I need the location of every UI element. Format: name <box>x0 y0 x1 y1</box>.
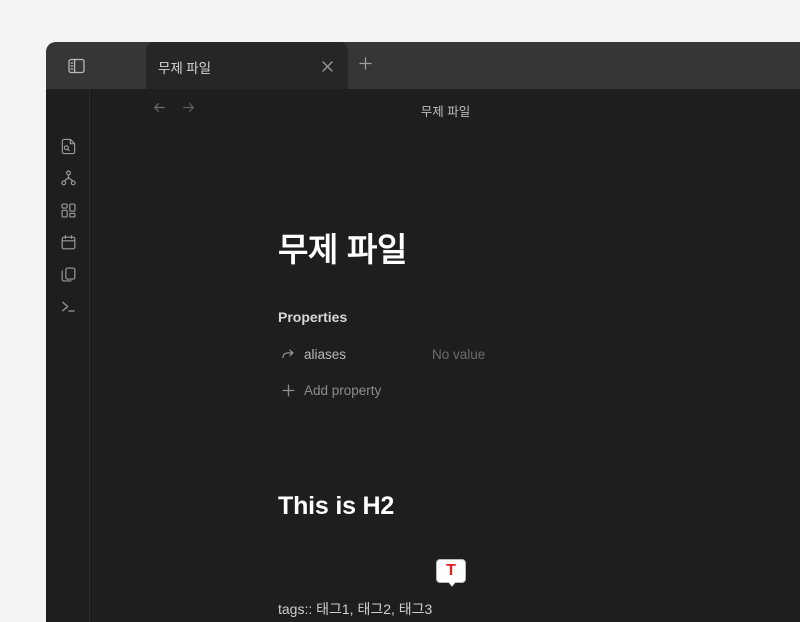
ribbon-item-templates[interactable] <box>52 261 84 293</box>
graph-icon <box>60 170 77 192</box>
heading-h2[interactable]: This is H2 <box>278 492 394 521</box>
terminal-icon <box>60 298 77 320</box>
inline-field-tags[interactable]: tags:: 태그1, 태그2, 태그3 <box>278 599 432 619</box>
view-header: 무제 파일 <box>90 89 800 129</box>
ribbon-item-graph-view[interactable] <box>52 165 84 197</box>
calendar-icon <box>60 234 77 256</box>
tab-bar: 무제 파일 <box>46 42 800 89</box>
plus-icon <box>358 57 372 75</box>
view-header-title[interactable]: 무제 파일 <box>90 101 800 120</box>
canvas-grid-icon <box>60 202 77 224</box>
ribbon-item-quick-switcher[interactable] <box>52 133 84 165</box>
add-property-button[interactable]: Add property <box>278 378 381 402</box>
badge-box: T <box>436 559 466 583</box>
property-key[interactable]: aliases <box>304 347 432 362</box>
badge-tail <box>448 581 456 586</box>
tab-close-button[interactable] <box>316 55 338 77</box>
sidebar-toggle-icon <box>67 58 85 74</box>
text-tool-cursor-badge: T <box>436 559 466 586</box>
left-ribbon <box>46 89 90 622</box>
copy-files-icon <box>60 266 77 288</box>
obsidian-window: 무제 파일 무제 파일 무제 파일 Properties aliases No … <box>46 42 800 622</box>
plus-icon <box>278 380 298 400</box>
new-tab-button[interactable] <box>354 55 376 77</box>
property-value[interactable]: No value <box>432 347 485 362</box>
editor-pane: 무제 파일 무제 파일 Properties aliases No value <box>89 89 800 622</box>
note-title[interactable]: 무제 파일 <box>278 233 407 266</box>
add-property-label: Add property <box>304 382 382 398</box>
badge-letter: T <box>446 562 456 579</box>
property-row-aliases[interactable]: aliases No value <box>278 342 608 366</box>
ribbon-item-canvas[interactable] <box>52 197 84 229</box>
properties-heading: Properties <box>278 309 348 325</box>
forward-arrow-icon <box>278 344 298 364</box>
tab-title: 무제 파일 <box>158 61 211 76</box>
tab-item-active[interactable]: 무제 파일 <box>146 42 348 89</box>
ribbon-item-terminal[interactable] <box>52 293 84 325</box>
ribbon-item-daily-note[interactable] <box>52 229 84 261</box>
sidebar-toggle-button[interactable] <box>54 51 98 81</box>
note-content[interactable]: 무제 파일 Properties aliases No value Add pr… <box>90 129 800 622</box>
file-search-icon <box>60 138 77 160</box>
